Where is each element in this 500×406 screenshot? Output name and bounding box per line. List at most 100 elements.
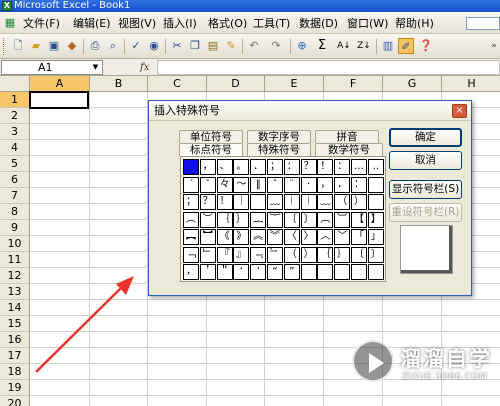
symbol-cell[interactable]: 》 [233,229,250,245]
symbol-cell[interactable]: 〉 [300,229,317,245]
close-icon[interactable]: × [452,104,467,118]
symbol-cell[interactable]: 。 [233,159,250,175]
format-painter-icon[interactable]: ✎ [223,38,239,54]
chevron-down-icon[interactable]: ▼ [90,61,101,74]
tab-unit-symbols[interactable]: 单位符号 [179,130,243,143]
symbol-cell[interactable]: ） [300,246,317,263]
symbol-cell[interactable]: 【 [351,211,367,228]
symbol-cell[interactable] [367,176,384,193]
save-icon[interactable]: ▣ [46,38,62,54]
column-header-f[interactable]: F [324,76,383,92]
symbol-cell[interactable]: ︶ [199,211,216,228]
column-header-h[interactable]: H [442,76,500,92]
row-header-6[interactable]: 6 [0,172,30,188]
menu-view[interactable]: 视图(V) [117,16,157,31]
symbol-cell[interactable]: ︽ [250,229,267,245]
tab-punctuation[interactable]: 标点符号 [179,143,243,156]
symbol-cell[interactable]: ︵ [183,211,199,228]
symbol-cell[interactable]: ︹ [317,211,334,228]
research-icon[interactable]: ◉ [146,38,162,54]
redo-icon[interactable]: ↷ [268,38,284,54]
symbol-cell[interactable]: （ [334,194,351,210]
symbol-cell[interactable] [183,159,199,175]
symbol-cell[interactable]: ． [334,176,351,193]
symbol-cell[interactable]: 」 [367,229,384,245]
symbol-cell[interactable]: ˊ [183,176,199,193]
row-header-4[interactable]: 4 [0,140,30,156]
cancel-button[interactable]: 取消 [389,151,462,170]
help-icon[interactable]: ❓ [418,38,434,54]
symbol-cell[interactable]: ‥ [367,159,384,175]
symbol-cell[interactable]: ’ [250,264,267,280]
active-cell[interactable] [29,91,89,109]
symbol-cell[interactable]: ， [199,159,216,175]
symbol-cell[interactable]: 】 [367,211,384,228]
menu-data[interactable]: 数据(D) [298,16,339,31]
insert-function-icon[interactable]: fx [140,60,154,75]
symbol-cell[interactable]: ” [283,264,300,280]
symbol-cell[interactable]: ‘ [233,264,250,280]
symbol-cell[interactable] [300,264,317,280]
menu-edit[interactable]: 编辑(E) [72,16,112,31]
column-header-b[interactable]: B [90,76,148,92]
print-preview-icon[interactable]: ⌕ [105,38,121,54]
symbol-cell[interactable]: ， [183,264,199,280]
row-header-7[interactable]: 7 [0,188,30,204]
select-all-corner[interactable] [0,76,30,92]
symbol-cell[interactable]: 』 [233,246,250,263]
paste-icon[interactable]: ▤ [205,38,221,54]
symbol-cell[interactable]: ｝ [233,211,250,228]
row-header-11[interactable]: 11 [0,252,30,268]
symbol-cell[interactable]: ︻ [183,229,199,245]
symbol-cell[interactable]: ． [250,159,267,175]
symbol-cell[interactable]: ） [351,194,367,210]
symbol-cell[interactable]: ， [317,176,334,193]
row-header-17[interactable]: 17 [0,348,30,364]
row-header-15[interactable]: 15 [0,316,30,332]
symbol-cell[interactable]: 〈 [283,229,300,245]
symbol-cell[interactable]: ： [334,159,351,175]
row-header-13[interactable]: 13 [0,284,30,300]
help-search-input[interactable] [466,17,500,30]
symbol-cell[interactable]: ﹃ [250,246,267,263]
symbol-cell[interactable] [334,264,351,280]
undo-icon[interactable]: ↶ [246,38,262,54]
row-header-8[interactable]: 8 [0,204,30,220]
symbol-cell[interactable] [317,264,334,280]
symbol-cell[interactable]: 〕 [367,246,384,263]
symbol-cell[interactable]: ﹄ [267,246,283,263]
row-header-3[interactable]: 3 [0,124,30,140]
column-header-c[interactable]: C [148,76,207,92]
symbol-cell[interactable]: ︷ [250,211,267,228]
tab-math-symbols[interactable]: 数学符号 [315,143,383,156]
symbol-cell[interactable]: ！ [317,159,334,175]
hyperlink-icon[interactable]: ⊕ [294,38,310,54]
open-icon[interactable]: ▰ [28,38,44,54]
symbol-cell[interactable]: 《 [216,229,233,245]
symbol-cell[interactable]: ｀ [250,194,267,210]
symbol-cell[interactable]: ︺ [334,211,351,228]
autosum-icon[interactable]: Σ [314,38,330,54]
symbol-cell[interactable]: 〕 [300,211,317,228]
show-symbol-bar-button[interactable]: 显示符号栏(S) [389,180,462,199]
symbol-cell[interactable]: ˇ [199,176,216,193]
symbol-cell[interactable]: ｝ [334,246,351,263]
symbol-cell[interactable]: ﹀ [334,229,351,245]
symbol-cell[interactable]: ： [351,176,367,193]
symbol-cell[interactable]: 、 [216,159,233,175]
row-header-5[interactable]: 5 [0,156,30,172]
symbol-cell[interactable]: ｜ [233,194,250,210]
row-header-9[interactable]: 9 [0,220,30,236]
menu-format[interactable]: 格式(O) [207,16,248,31]
symbol-cell[interactable]: 〔 [283,211,300,228]
symbol-cell[interactable]: ｜ [283,194,300,210]
column-header-d[interactable]: D [207,76,265,92]
symbol-cell[interactable]: 〔 [351,246,367,263]
symbol-cell[interactable]: ˇ [267,176,283,193]
symbol-cell[interactable]: 「 [351,229,367,245]
symbol-cell[interactable]: ＂ [216,264,233,280]
cut-icon[interactable]: ✂ [169,38,185,54]
column-header-a[interactable]: A [30,76,90,92]
new-icon[interactable]: 🗋 [10,38,26,54]
symbol-cell[interactable]: 『 [216,246,233,263]
